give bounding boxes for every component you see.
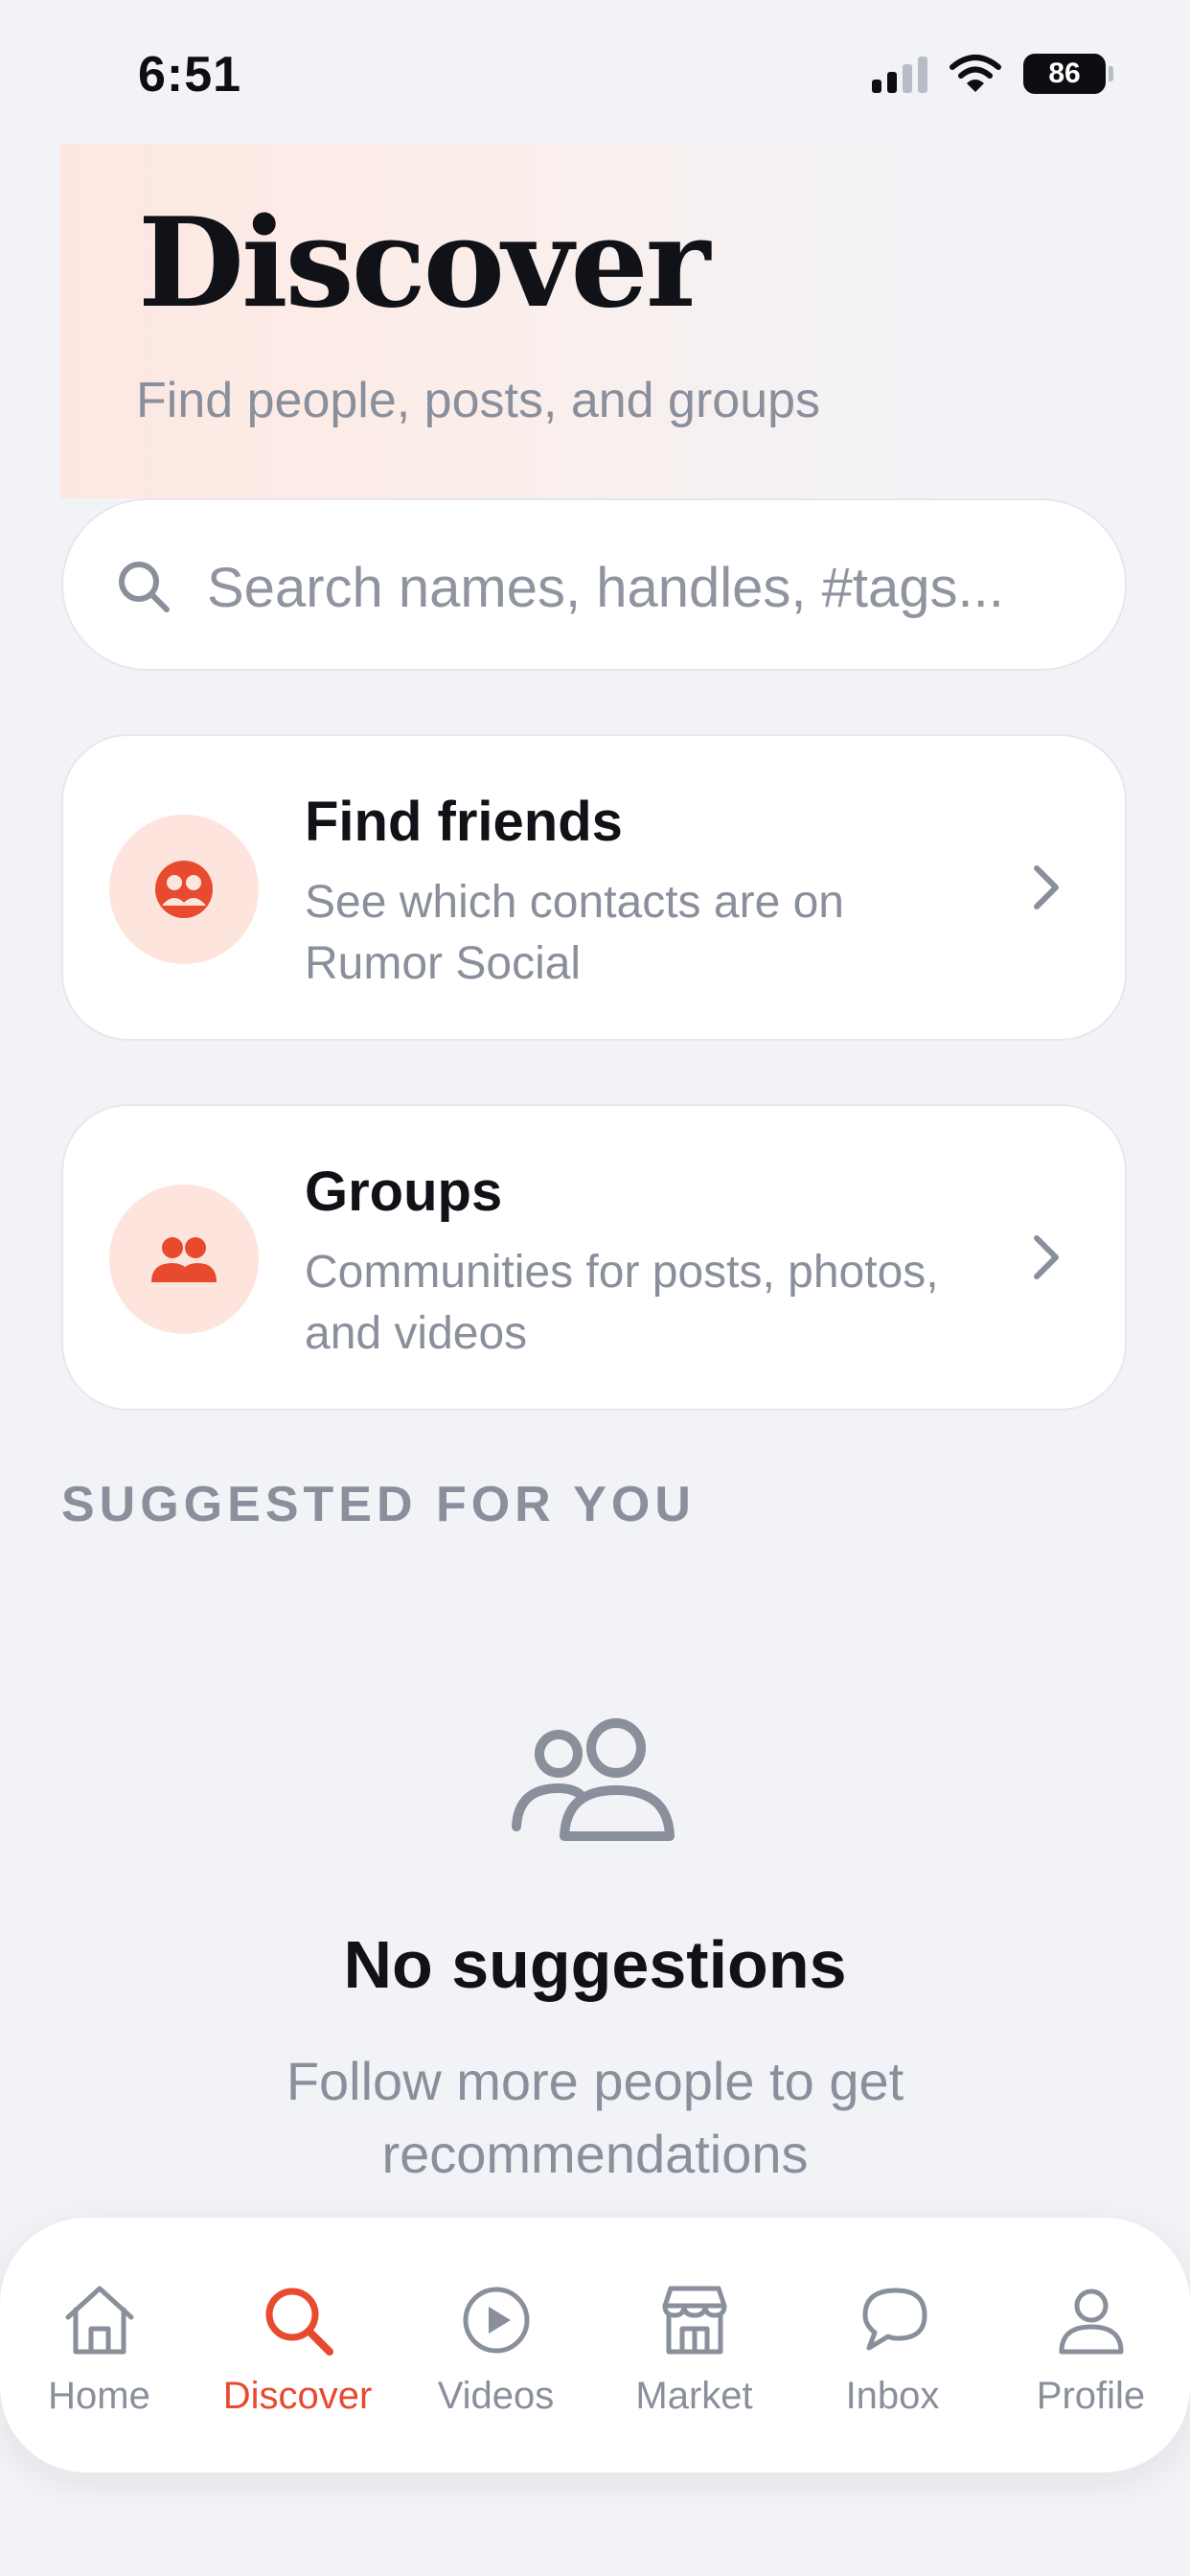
chat-icon xyxy=(862,2288,927,2351)
tab-profile-label: Profile xyxy=(1036,2375,1146,2417)
groups-description: Communities for posts, photos, and video… xyxy=(305,1247,939,1359)
empty-state-description: Follow more people to get recommendation… xyxy=(286,2051,904,2184)
tab-discover[interactable]: Discover xyxy=(198,2218,397,2472)
tab-discover-label: Discover xyxy=(222,2375,373,2417)
groups-icon xyxy=(151,1237,217,1282)
tab-profile[interactable]: Profile xyxy=(992,2218,1190,2472)
tab-inbox-label: Inbox xyxy=(845,2375,940,2417)
battery-level: 86 xyxy=(1048,58,1081,89)
groups-icon-badge xyxy=(109,1184,259,1334)
bottom-tab-bar: Home Discover Videos Market Inbox Profil… xyxy=(0,2218,1190,2472)
search-bar[interactable] xyxy=(61,498,1127,671)
search-icon xyxy=(119,562,170,612)
search-input[interactable] xyxy=(205,539,1110,636)
section-label-suggested: SUGGESTED FOR YOU xyxy=(61,1477,696,1532)
search-icon xyxy=(265,2288,333,2356)
empty-state-title: No suggestions xyxy=(343,1927,847,2002)
groups-card[interactable]: Groups Communities for posts, photos, an… xyxy=(61,1104,1127,1411)
status-time: 6:51 xyxy=(138,47,242,103)
contacts-icon xyxy=(155,861,213,918)
tab-market-label: Market xyxy=(635,2375,753,2417)
battery-icon: 86 xyxy=(1023,54,1113,94)
profile-icon xyxy=(1059,2288,1124,2355)
play-icon xyxy=(463,2287,530,2354)
find-friends-card[interactable]: Find friends See which contacts are on R… xyxy=(61,734,1127,1041)
wifi-icon xyxy=(950,55,1001,92)
find-friends-title: Find friends xyxy=(305,791,623,853)
tab-market[interactable]: Market xyxy=(595,2218,793,2472)
people-icon xyxy=(512,1718,675,1841)
tab-inbox[interactable]: Inbox xyxy=(793,2218,992,2472)
tab-home[interactable]: Home xyxy=(0,2218,198,2472)
status-bar: 6:51 86 xyxy=(0,0,1190,144)
home-icon xyxy=(65,2286,134,2355)
tab-home-label: Home xyxy=(48,2375,150,2417)
tab-videos-label: Videos xyxy=(437,2375,555,2417)
find-friends-description: See which contacts are on Rumor Social xyxy=(305,877,844,989)
page-title: Discover xyxy=(138,192,710,335)
cellular-signal-icon xyxy=(872,55,927,93)
tab-videos[interactable]: Videos xyxy=(397,2218,595,2472)
chevron-right-icon xyxy=(1034,865,1059,909)
page-subtitle: Find people, posts, and groups xyxy=(136,373,821,428)
chevron-right-icon xyxy=(1034,1235,1059,1279)
status-icons: 86 xyxy=(872,54,1113,94)
find-friends-icon-badge xyxy=(109,815,259,964)
groups-title: Groups xyxy=(305,1161,503,1223)
store-icon xyxy=(662,2286,727,2355)
